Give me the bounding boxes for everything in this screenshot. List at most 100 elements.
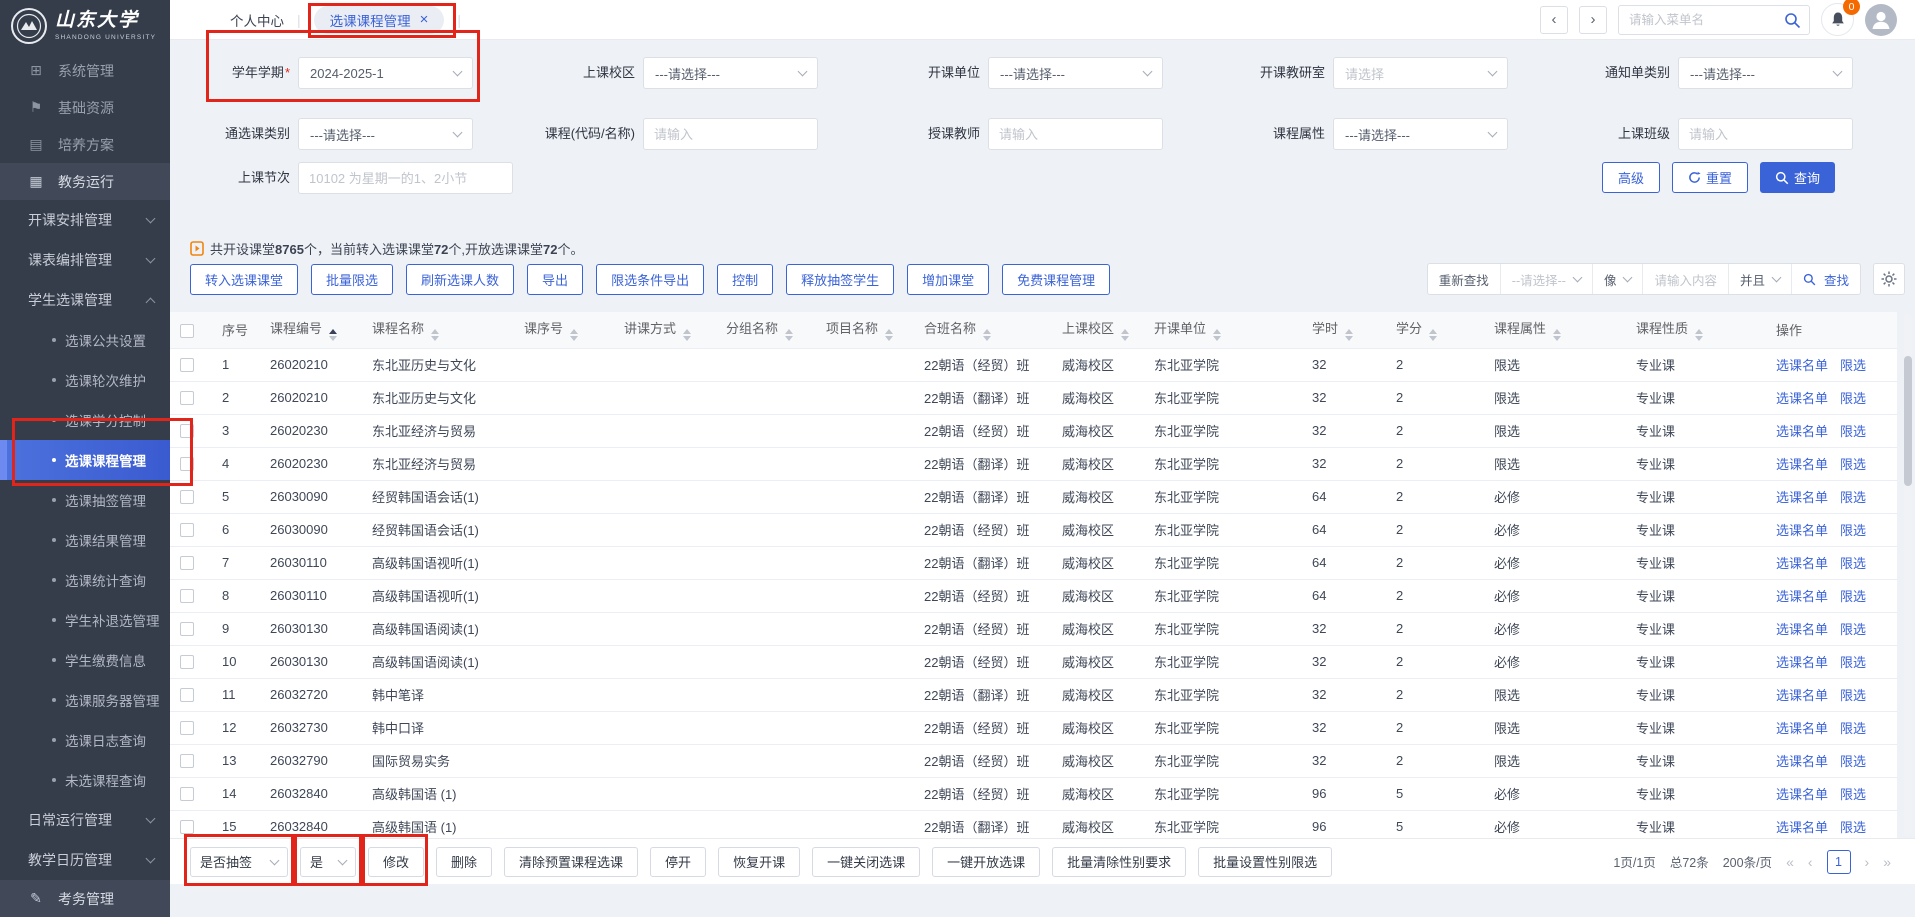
roster-link[interactable]: 选课名单 [1776, 358, 1828, 373]
row-checkbox[interactable] [180, 457, 194, 471]
bottom-button-8[interactable]: 一键开放选课 [932, 847, 1040, 877]
row-checkbox[interactable] [180, 391, 194, 405]
col-header-attribute[interactable]: 课程属性 [1484, 312, 1626, 348]
sidebar-section-0[interactable]: 开课安排管理 [0, 200, 170, 240]
restrict-link[interactable]: 限选 [1840, 622, 1866, 637]
current-page[interactable]: 1 [1827, 850, 1851, 874]
class-period-input[interactable] [298, 162, 513, 194]
toolbar-button-1[interactable]: 批量限选 [311, 264, 393, 295]
close-icon[interactable]: × [420, 12, 429, 27]
toolbar-button-8[interactable]: 免费课程管理 [1002, 264, 1110, 295]
bottom-button-3[interactable]: 删除 [436, 847, 492, 877]
sidebar-item-exam[interactable]: ✎考务管理 [0, 880, 170, 917]
sort-carets-icon[interactable] [1695, 329, 1703, 341]
col-header-credits[interactable]: 学分 [1386, 312, 1484, 348]
scrollbar-thumb[interactable] [1904, 356, 1912, 486]
roster-link[interactable]: 选课名单 [1776, 787, 1828, 802]
nav-forward-button[interactable]: › [1579, 6, 1607, 34]
col-header-course_no[interactable]: 课程编号 [260, 312, 362, 348]
sidebar-item-1[interactable]: ⚑基础资源 [0, 89, 170, 126]
query-button[interactable]: 查询 [1760, 162, 1835, 193]
roster-link[interactable]: 选课名单 [1776, 424, 1828, 439]
sidebar-subitem-3[interactable]: 选课公共设置 [0, 320, 170, 360]
restrict-link[interactable]: 限选 [1840, 721, 1866, 736]
reset-button[interactable]: 重置 [1672, 162, 1748, 193]
row-checkbox[interactable] [180, 490, 194, 504]
table-scrollbar[interactable] [1904, 314, 1912, 836]
sort-carets-icon[interactable] [885, 329, 893, 341]
last-page-icon[interactable]: » [1883, 854, 1891, 870]
row-checkbox[interactable] [180, 820, 194, 834]
roster-link[interactable]: 选课名单 [1776, 457, 1828, 472]
row-checkbox[interactable] [180, 589, 194, 603]
restrict-link[interactable]: 限选 [1840, 820, 1866, 835]
filter-select-0-1[interactable]: ---请选择--- [643, 57, 818, 89]
restrict-link[interactable]: 限选 [1840, 556, 1866, 571]
sort-carets-icon[interactable] [570, 329, 578, 341]
filter-select-0-3[interactable]: 请选择 [1333, 57, 1508, 89]
sidebar-subitem-12[interactable]: 选课服务器管理 [0, 680, 170, 720]
sidebar-subitem-13[interactable]: 选课日志查询 [0, 720, 170, 760]
restrict-link[interactable]: 限选 [1840, 457, 1866, 472]
restrict-link[interactable]: 限选 [1840, 358, 1866, 373]
roster-link[interactable]: 选课名单 [1776, 754, 1828, 769]
restrict-link[interactable]: 限选 [1840, 490, 1866, 505]
sidebar-subitem-6[interactable]: 选课课程管理 [0, 440, 170, 480]
sidebar-subitem-5[interactable]: 选课学分控制 [0, 400, 170, 440]
roster-link[interactable]: 选课名单 [1776, 655, 1828, 670]
roster-link[interactable]: 选课名单 [1776, 688, 1828, 703]
toolbar-button-0[interactable]: 转入选课课堂 [190, 264, 298, 295]
tab-course-selection-management[interactable]: 选课课程管理 × [314, 6, 445, 34]
col-header-hours[interactable]: 学时 [1302, 312, 1386, 348]
restrict-link[interactable]: 限选 [1840, 523, 1866, 538]
col-header-campus[interactable]: 上课校区 [1052, 312, 1144, 348]
menu-search-input[interactable] [1619, 6, 1809, 34]
restrict-link[interactable]: 限选 [1840, 688, 1866, 703]
sidebar-item-2[interactable]: ▤培养方案 [0, 126, 170, 163]
avatar[interactable] [1865, 4, 1897, 36]
toolbar-button-2[interactable]: 刷新选课人数 [406, 264, 514, 295]
column-settings-button[interactable] [1873, 263, 1905, 295]
bottom-select-1[interactable]: 是 [300, 847, 356, 877]
toolbar-button-5[interactable]: 控制 [717, 264, 773, 295]
col-header-teach_mode[interactable]: 讲课方式 [614, 312, 716, 348]
next-page-icon[interactable]: › [1865, 854, 1870, 870]
sidebar-subitem-4[interactable]: 选课轮次维护 [0, 360, 170, 400]
row-checkbox[interactable] [180, 523, 194, 537]
search-icon[interactable] [1784, 12, 1801, 29]
col-header-class_no[interactable]: 课序号 [514, 312, 614, 348]
bottom-select-0[interactable]: 是否抽签 [190, 847, 288, 877]
row-checkbox[interactable] [180, 721, 194, 735]
filter-select-0-4[interactable]: ---请选择--- [1678, 57, 1853, 89]
roster-link[interactable]: 选课名单 [1776, 490, 1828, 505]
select-all-checkbox[interactable] [180, 324, 194, 338]
research-button[interactable]: 重新查找 [1428, 264, 1501, 294]
sidebar-subitem-11[interactable]: 学生缴费信息 [0, 640, 170, 680]
col-header-nature[interactable]: 课程性质 [1626, 312, 1766, 348]
bottom-button-5[interactable]: 停开 [650, 847, 706, 877]
search-operator-select[interactable]: 像 [1593, 264, 1644, 294]
sidebar-section-16[interactable]: 教学日历管理 [0, 840, 170, 880]
sidebar-section-1[interactable]: 课表编排管理 [0, 240, 170, 280]
sort-carets-icon[interactable] [785, 329, 793, 341]
search-field-select[interactable]: --请选择-- [1501, 264, 1593, 294]
bottom-button-7[interactable]: 一键关闭选课 [812, 847, 920, 877]
advanced-button[interactable]: 高级 [1602, 162, 1660, 193]
find-button[interactable]: 查找 [1792, 264, 1860, 294]
sidebar-section-15[interactable]: 日常运行管理 [0, 800, 170, 840]
row-checkbox[interactable] [180, 424, 194, 438]
filter-input-1-1[interactable] [643, 118, 818, 150]
filter-input-1-2[interactable] [988, 118, 1163, 150]
sort-carets-icon[interactable] [1121, 329, 1129, 341]
sort-carets-icon[interactable] [983, 329, 991, 341]
roster-link[interactable]: 选课名单 [1776, 523, 1828, 538]
col-header-merged_class[interactable]: 合班名称 [914, 312, 1052, 348]
nav-back-button[interactable]: ‹ [1540, 6, 1568, 34]
prev-page-icon[interactable]: ‹ [1808, 854, 1813, 870]
sort-carets-icon[interactable] [329, 329, 337, 341]
roster-link[interactable]: 选课名单 [1776, 556, 1828, 571]
toolbar-button-6[interactable]: 释放抽签学生 [786, 264, 894, 295]
sidebar-item-3[interactable]: ▦教务运行 [0, 163, 170, 200]
toolbar-button-4[interactable]: 限选条件导出 [596, 264, 704, 295]
filter-input-1-4[interactable] [1678, 118, 1853, 150]
